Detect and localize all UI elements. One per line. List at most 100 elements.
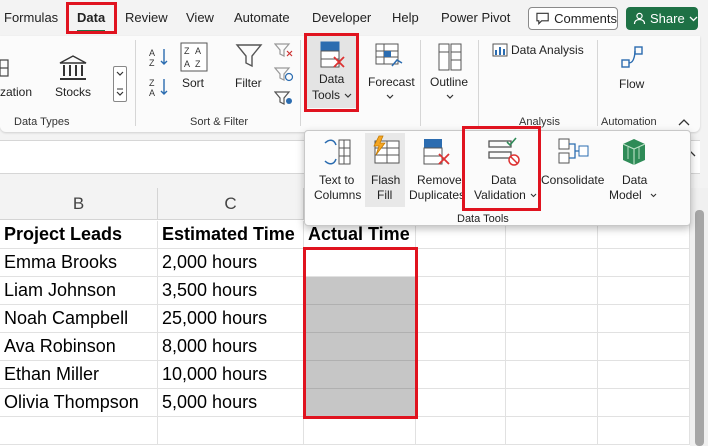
flow-label[interactable]: Flow: [619, 77, 644, 91]
table-row-cell[interactable]: Emma Brooks: [0, 249, 158, 277]
empty-cell[interactable]: [506, 333, 598, 361]
text-to-columns-label-2: Columns: [314, 188, 362, 202]
empty-cell[interactable]: [304, 417, 416, 445]
empty-cell[interactable]: [158, 417, 304, 445]
comments-label: Comments: [554, 11, 617, 26]
worksheet-grid[interactable]: B C Project Leads Estimated Time Actual …: [0, 188, 690, 446]
table-row-cell[interactable]: 5,000 hours: [158, 389, 304, 417]
empty-cell[interactable]: [416, 333, 506, 361]
comments-button[interactable]: Comments: [528, 7, 618, 30]
sort-az-icon[interactable]: AZ: [148, 46, 170, 68]
data-analysis-icon[interactable]: [492, 43, 508, 57]
remove-duplicates-icon: [423, 139, 450, 165]
tab-help[interactable]: Help: [392, 10, 419, 25]
empty-cell[interactable]: [598, 417, 690, 445]
table-row-cell[interactable]: 8,000 hours: [158, 333, 304, 361]
data-types-group-label: Data Types: [14, 116, 70, 128]
empty-cell[interactable]: [598, 361, 690, 389]
column-header-c[interactable]: C: [158, 188, 304, 220]
more-icon: [116, 88, 124, 96]
sort-za-icon[interactable]: ZA: [148, 76, 170, 98]
actual-time-cell[interactable]: [304, 389, 416, 417]
empty-cell[interactable]: [506, 305, 598, 333]
actual-time-cell[interactable]: [304, 277, 416, 305]
outline-icon[interactable]: [437, 42, 465, 72]
empty-cell[interactable]: [598, 333, 690, 361]
table-row-cell[interactable]: 25,000 hours: [158, 305, 304, 333]
column-header-b[interactable]: B: [0, 188, 158, 220]
tab-power-pivot[interactable]: Power Pivot: [441, 10, 510, 25]
tab-view[interactable]: View: [186, 10, 214, 25]
data-types-gallery-scroll[interactable]: [113, 66, 127, 102]
data-tools-icon: [320, 41, 345, 68]
tab-automate[interactable]: Automate: [234, 10, 290, 25]
advanced-filter-icon[interactable]: [274, 90, 294, 106]
data-analysis-label[interactable]: Data Analysis: [511, 43, 584, 57]
outline-label[interactable]: Outline: [430, 75, 468, 89]
empty-cell[interactable]: [598, 249, 690, 277]
scrollbar-thumb[interactable]: [695, 210, 704, 446]
text-to-columns-button[interactable]: Text to Columns: [309, 135, 365, 205]
sort-label[interactable]: Sort: [182, 76, 204, 90]
empty-cell[interactable]: [416, 249, 506, 277]
filter-label[interactable]: Filter: [235, 76, 262, 90]
empty-cell[interactable]: [416, 389, 506, 417]
table-row-cell[interactable]: Noah Campbell: [0, 305, 158, 333]
flash-fill-button[interactable]: Flash Fill: [365, 133, 405, 207]
data-validation-button[interactable]: Data Validation: [467, 135, 537, 205]
active-tab-indicator: [77, 30, 105, 33]
data-tools-button[interactable]: Data Tools: [306, 36, 358, 108]
tab-developer[interactable]: Developer: [312, 10, 371, 25]
empty-cell[interactable]: [506, 417, 598, 445]
stocks-label[interactable]: Stocks: [55, 85, 91, 99]
empty-cell[interactable]: [506, 361, 598, 389]
sort-icon[interactable]: Z AA Z: [180, 42, 208, 72]
empty-cell[interactable]: [506, 249, 598, 277]
empty-cell[interactable]: [416, 277, 506, 305]
reapply-filter-icon[interactable]: [274, 66, 294, 82]
table-row-cell[interactable]: 10,000 hours: [158, 361, 304, 389]
header-cell-estimated-time[interactable]: Estimated Time: [158, 221, 304, 249]
header-cell-project-leads[interactable]: Project Leads: [0, 221, 158, 249]
svg-text:Z: Z: [149, 58, 155, 68]
chevron-down-icon: [344, 93, 352, 98]
table-row-cell[interactable]: Liam Johnson: [0, 277, 158, 305]
consolidate-button[interactable]: Consolidate: [541, 135, 605, 205]
table-row-cell[interactable]: Ethan Miller: [0, 361, 158, 389]
chevron-down-icon: [446, 94, 454, 99]
bank-icon[interactable]: [58, 54, 88, 82]
actual-time-cell[interactable]: [304, 361, 416, 389]
tab-data[interactable]: Data: [77, 10, 105, 25]
forecast-icon[interactable]: [374, 42, 406, 72]
table-row-cell[interactable]: Ava Robinson: [0, 333, 158, 361]
ribbon-tab-bar: Formulas Data Review View Automate Devel…: [0, 0, 708, 36]
actual-time-cell[interactable]: [304, 333, 416, 361]
empty-cell[interactable]: [0, 417, 158, 445]
empty-cell[interactable]: [598, 389, 690, 417]
clear-filter-icon[interactable]: [274, 42, 294, 58]
tab-formulas[interactable]: Formulas: [4, 10, 58, 25]
actual-time-cell[interactable]: [304, 249, 416, 277]
empty-cell[interactable]: [506, 277, 598, 305]
empty-cell[interactable]: [506, 389, 598, 417]
group-separator: [478, 40, 479, 126]
share-button[interactable]: Share: [626, 7, 698, 30]
collapse-ribbon-icon[interactable]: [678, 118, 690, 126]
empty-cell[interactable]: [416, 305, 506, 333]
remove-duplicates-button[interactable]: Remove Duplicates: [407, 135, 465, 205]
flow-icon[interactable]: [620, 44, 644, 70]
filter-icon[interactable]: [235, 42, 263, 70]
forecast-label[interactable]: Forecast: [368, 75, 415, 89]
organization-label[interactable]: zation: [0, 85, 32, 99]
empty-cell[interactable]: [416, 417, 506, 445]
table-row-cell[interactable]: Olivia Thompson: [0, 389, 158, 417]
tab-review[interactable]: Review: [125, 10, 168, 25]
svg-text:Z: Z: [184, 46, 190, 56]
empty-cell[interactable]: [598, 277, 690, 305]
table-row-cell[interactable]: 3,500 hours: [158, 277, 304, 305]
data-model-button[interactable]: Data Model: [607, 135, 665, 205]
empty-cell[interactable]: [416, 361, 506, 389]
empty-cell[interactable]: [598, 305, 690, 333]
actual-time-cell[interactable]: [304, 305, 416, 333]
table-row-cell[interactable]: 2,000 hours: [158, 249, 304, 277]
